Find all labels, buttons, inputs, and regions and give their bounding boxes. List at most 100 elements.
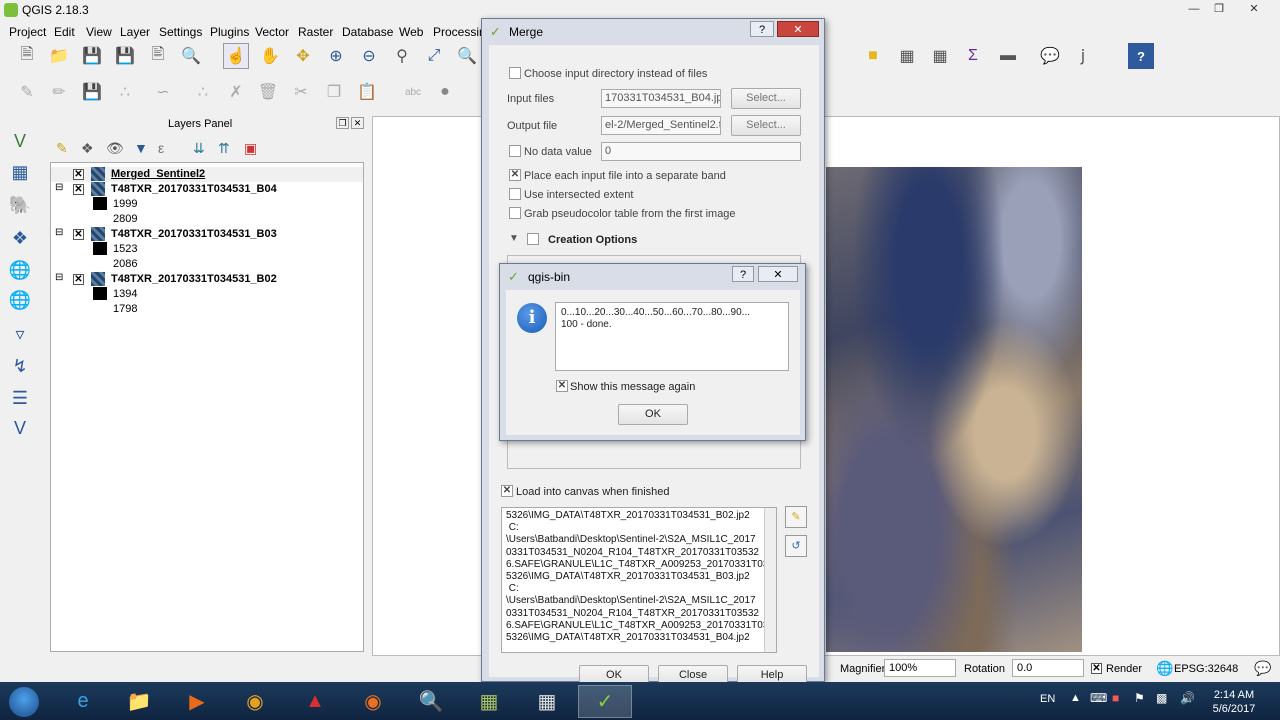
close-button[interactable]: ✕ <box>1240 1 1268 17</box>
label-pin-icon[interactable]: ● <box>432 79 458 105</box>
add-raster-layer-icon[interactable]: ▦ <box>6 158 34 186</box>
add-wfs-layer-icon[interactable]: ▿ <box>6 320 34 348</box>
intersected-extent-checkbox[interactable] <box>509 188 521 200</box>
message-help-icon[interactable]: ? <box>732 266 754 282</box>
layer-visibility-checkbox[interactable]: ✕ <box>73 184 84 195</box>
creation-options-checkbox[interactable] <box>527 233 539 245</box>
new-print-composer-icon[interactable]: 🖹 <box>145 43 171 69</box>
layer-row[interactable]: ⊟ ✕ T48TXR_20170331T034531_B02 <box>51 272 363 287</box>
system-clock[interactable]: 2:14 AM 5/6/2017 <box>1206 688 1262 716</box>
qgis-desktop-icon[interactable]: ▦ <box>462 685 516 718</box>
paste-features-icon[interactable]: 📋 <box>354 79 380 105</box>
close-panel-icon[interactable]: ✕ <box>351 117 364 129</box>
internet-explorer-icon[interactable]: e <box>56 685 110 718</box>
composer-manager-icon[interactable]: 🔍 <box>178 43 204 69</box>
menu-edit[interactable]: Edit <box>54 25 75 39</box>
menu-vector[interactable]: Vector <box>255 25 289 39</box>
load-canvas-checkbox[interactable]: ✕ <box>501 485 513 497</box>
toggle-editing-icon[interactable]: ✏ <box>46 79 72 105</box>
layer-styling-icon[interactable]: ✎ <box>56 140 68 157</box>
minimize-button[interactable]: — <box>1180 1 1208 17</box>
antivirus-icon[interactable]: ■ <box>1112 691 1119 705</box>
collapse-icon[interactable]: ⊟ <box>55 227 63 238</box>
layer-visibility-checkbox[interactable]: ✕ <box>73 169 84 180</box>
zoom-out-icon[interactable]: ⊖ <box>356 43 382 69</box>
collapse-icon[interactable]: ⊟ <box>55 182 63 193</box>
menu-database[interactable]: Database <box>342 25 393 39</box>
layer-visibility-checkbox[interactable]: ✕ <box>73 229 84 240</box>
dialog-help-icon[interactable]: ? <box>750 21 774 37</box>
filter-legend-icon[interactable]: ▼ <box>134 140 148 156</box>
new-project-icon[interactable]: 🗎 <box>14 43 40 69</box>
add-wcs-layer-icon[interactable]: 🌐 <box>6 286 34 314</box>
menu-raster[interactable]: Raster <box>298 25 333 39</box>
zoom-selection-icon[interactable]: 🔍 <box>454 43 480 69</box>
help-icon[interactable]: ? <box>1128 43 1154 69</box>
save-project-icon[interactable]: 💾 <box>79 43 105 69</box>
no-data-spinbox[interactable]: 0 <box>601 142 801 161</box>
chrome-icon[interactable]: ◉ <box>228 685 282 718</box>
move-feature-icon[interactable]: ✗ <box>223 79 249 105</box>
acrobat-icon[interactable]: ▲ <box>288 685 342 718</box>
layer-row[interactable]: ⊟ ✕ T48TXR_20170331T034531_B04 <box>51 182 363 197</box>
message-close-button[interactable]: ✕ <box>758 266 798 282</box>
float-panel-icon[interactable]: ❐ <box>336 117 349 129</box>
touch-zoom-icon[interactable]: ☝ <box>223 43 249 69</box>
text-annotation-icon[interactable]: 𝗃 <box>1070 43 1096 69</box>
add-postgis-layer-icon[interactable]: 🐘 <box>6 191 34 219</box>
input-files-select-button[interactable]: Select... <box>731 88 801 109</box>
command-scrollbar[interactable] <box>764 508 776 652</box>
add-wms-layer-icon[interactable]: 🌐 <box>6 256 34 284</box>
current-edits-icon[interactable]: ✎ <box>14 79 40 105</box>
delete-selected-icon[interactable]: 🗑 <box>255 79 281 105</box>
message-ok-button[interactable]: OK <box>618 404 688 425</box>
save-edits-icon[interactable]: 💾 <box>79 79 105 105</box>
add-line-icon[interactable]: ∽ <box>150 79 176 105</box>
expand-all-icon[interactable]: ⇊ <box>193 140 205 157</box>
gdal-command-text[interactable]: 5326\IMG_DATA\T48TXR_20170331T034531_B02… <box>501 507 777 653</box>
choose-input-dir-checkbox[interactable] <box>509 67 521 79</box>
output-file-select-button[interactable]: Select... <box>731 115 801 136</box>
crs-status[interactable]: EPSG:32648 <box>1174 663 1238 675</box>
manage-visibility-icon[interactable]: 👁 <box>106 140 124 157</box>
add-group-icon[interactable]: ❖ <box>81 140 94 157</box>
add-vector-layer-icon[interactable]: V <box>6 127 34 155</box>
select-features-icon[interactable]: ■ <box>860 43 886 69</box>
keyboard-icon[interactable]: ⌨ <box>1090 691 1107 705</box>
render-checkbox[interactable]: ✕ <box>1091 663 1102 674</box>
layer-row[interactable]: ✕ Merged_Sentinel2 <box>51 167 363 182</box>
menu-settings[interactable]: Settings <box>159 25 202 39</box>
menu-plugins[interactable]: Plugins <box>210 25 249 39</box>
reset-command-icon[interactable]: ↺ <box>785 535 807 557</box>
firefox-icon[interactable]: ◉ <box>346 685 400 718</box>
pseudocolor-checkbox[interactable] <box>509 207 521 219</box>
zoom-in-icon[interactable]: ⊕ <box>323 43 349 69</box>
input-files-field[interactable]: 170331T034531_B04.jp2 <box>601 89 721 108</box>
crs-globe-icon[interactable]: 🌐 <box>1156 660 1173 677</box>
rotation-input[interactable]: 0.0 <box>1012 659 1084 677</box>
menu-view[interactable]: View <box>86 25 112 39</box>
zoom-full-icon[interactable]: ⤢ <box>421 43 447 69</box>
dialog-close-button[interactable]: ✕ <box>777 21 819 37</box>
map-tips-icon[interactable]: 💬 <box>1037 43 1063 69</box>
no-data-checkbox[interactable] <box>509 145 521 157</box>
network-icon[interactable]: ▩ <box>1156 691 1167 705</box>
menu-layer[interactable]: Layer <box>120 25 150 39</box>
pan-to-selection-icon[interactable]: ✥ <box>290 43 316 69</box>
output-file-field[interactable]: el-2/Merged_Sentinel2.tif <box>601 116 721 135</box>
statistics-sum-icon[interactable]: Σ <box>960 43 986 69</box>
messages-icon[interactable]: 💬 <box>1254 660 1271 677</box>
menu-web[interactable]: Web <box>399 25 423 39</box>
start-button-icon[interactable] <box>0 685 48 718</box>
volume-icon[interactable]: 🔊 <box>1180 691 1195 705</box>
copy-features-icon[interactable]: ❐ <box>321 79 347 105</box>
cut-features-icon[interactable]: ✂ <box>288 79 314 105</box>
measure-line-icon[interactable]: ▬ <box>995 43 1021 69</box>
layer-visibility-checkbox[interactable]: ✕ <box>73 274 84 285</box>
qgis-browser-icon[interactable]: 🔍 <box>404 685 458 718</box>
new-shapefile-icon[interactable]: V <box>6 414 34 442</box>
field-calculator-icon[interactable]: ▦ <box>927 43 953 69</box>
add-feature-icon[interactable]: ∴ <box>112 79 138 105</box>
collapse-arrow-icon[interactable]: ▼ <box>509 233 519 244</box>
collapse-all-icon[interactable]: ⇈ <box>218 140 230 157</box>
